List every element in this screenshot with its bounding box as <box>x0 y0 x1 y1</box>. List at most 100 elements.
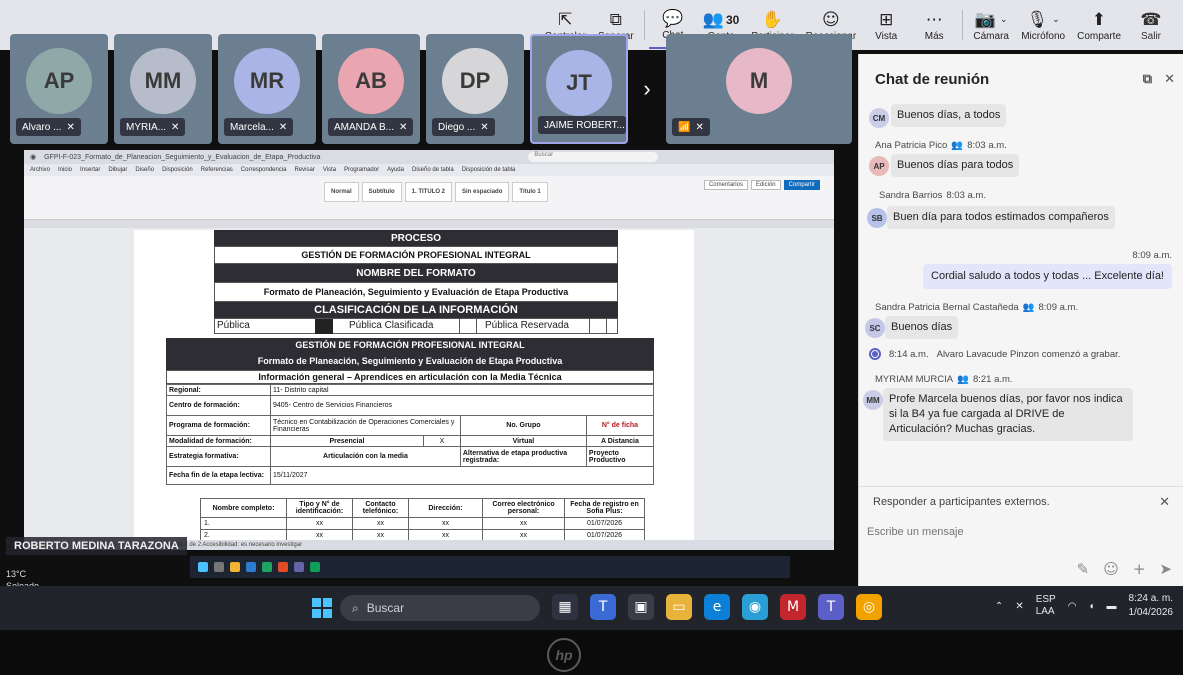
mic-button[interactable]: 🎙 ⌄ Micrófono <box>1015 1 1071 49</box>
task-view-icon[interactable]: ▦ <box>552 594 578 620</box>
edge-icon[interactable]: e <box>704 594 730 620</box>
col-header: Contacto telefónico: <box>352 498 409 518</box>
search-icon: ⌕ <box>352 600 359 615</box>
teams-active-icon[interactable]: T <box>818 594 844 620</box>
chevron-up-icon[interactable]: ⌃ <box>995 601 1003 612</box>
cell[interactable]: xx <box>408 517 483 530</box>
view-button[interactable]: ⊞ Vista <box>862 1 910 49</box>
app-icon <box>214 562 224 572</box>
word-search[interactable]: Buscar <box>528 152 659 162</box>
menu-item[interactable]: Programador <box>344 167 379 173</box>
volume-icon[interactable]: ◖ <box>1088 601 1094 612</box>
menu-item[interactable]: Diseño <box>135 167 154 173</box>
menu-item[interactable]: Archivo <box>30 167 50 173</box>
message-meta: Sandra Patricia Bernal Castañeda 👥 8:09 a.… <box>875 302 1079 313</box>
camera-button[interactable]: 📷 ⌄ Cámara <box>967 1 1015 49</box>
chevron-down-icon[interactable]: ⌄ <box>1052 10 1060 30</box>
chrome-canary-icon[interactable]: ◎ <box>856 594 882 620</box>
style-option[interactable]: Título 1 <box>512 182 548 202</box>
emoji-icon[interactable]: ☺ <box>1103 560 1119 578</box>
folder-icon[interactable]: ▭ <box>666 594 692 620</box>
send-icon[interactable]: ➤ <box>1159 560 1172 578</box>
table-row: Regional: 11- Distrito capital <box>166 384 654 396</box>
style-option[interactable]: Sin espaciado <box>455 182 510 202</box>
participant-tile[interactable]: DP Diego ... ✕ <box>426 34 524 144</box>
programa-value[interactable]: Técnico en Contabilización de Operacione… <box>270 415 461 436</box>
menu-item[interactable]: Vista <box>323 167 336 173</box>
chevron-right-icon[interactable]: › <box>634 34 660 144</box>
more-button[interactable]: ⋯ Más <box>910 1 958 49</box>
fecha-value[interactable]: 15/11/2027 <box>270 466 654 485</box>
attach-plus-icon[interactable]: + <box>1133 560 1146 578</box>
format-icon[interactable]: ✎ <box>1077 560 1090 578</box>
mic-off-icon: ✕ <box>171 121 180 133</box>
autosave-toggle[interactable]: ◉ <box>30 153 36 161</box>
message-bubble: Buenos días para todos <box>891 154 1020 177</box>
cell[interactable]: 01/07/2026 <box>564 517 645 530</box>
leave-button[interactable]: ☎ Salir <box>1127 1 1175 49</box>
menu-item[interactable]: Dibujar <box>108 167 127 173</box>
alternativa-value[interactable]: Proyecto Productivo <box>585 446 655 467</box>
taskbar-search[interactable]: ⌕ Buscar <box>340 595 540 621</box>
cell[interactable]: xx <box>352 517 409 530</box>
close-icon[interactable]: ✕ <box>1164 71 1175 87</box>
close-icon[interactable]: ✕ <box>1159 494 1170 510</box>
menu-item[interactable]: Referencias <box>201 167 233 173</box>
menu-item[interactable]: Revisar <box>294 167 314 173</box>
estrategia-value[interactable]: Articulación con la media <box>270 446 461 467</box>
participant-tile[interactable]: M 📶 ✕ <box>666 34 852 144</box>
ruler <box>24 220 834 228</box>
signal-icon: 📶 <box>678 121 691 133</box>
style-option[interactable]: 1. TITULO 2 <box>404 182 453 202</box>
editing-button[interactable]: Edición <box>750 180 781 190</box>
regional-value[interactable]: 11- Distrito capital <box>270 384 654 396</box>
cell[interactable]: xx <box>286 517 353 530</box>
checkbox-checked[interactable] <box>315 319 333 334</box>
menu-item[interactable]: Ayuda <box>387 167 404 173</box>
language-indicator[interactable]: ESP LAA <box>1036 594 1056 618</box>
popout-chat-icon[interactable]: ⧉ <box>1143 71 1152 87</box>
modalidad-mark[interactable]: X <box>422 435 461 447</box>
style-option[interactable]: Subtítulo <box>361 182 402 202</box>
popout-icon: ⧉ <box>609 9 622 30</box>
comments-button[interactable]: Comentarios <box>703 180 748 190</box>
teams-icon[interactable]: T <box>590 594 616 620</box>
remote-taskbar <box>190 556 790 578</box>
chevron-down-icon[interactable]: ⌄ <box>1000 10 1008 30</box>
wifi-icon[interactable]: ◠ <box>1068 601 1077 612</box>
menu-item[interactable]: Inicio <box>58 167 72 173</box>
message-list[interactable]: CM Buenos días, a todos Ana Patricia Pic… <box>859 104 1183 504</box>
battery-icon[interactable]: ▬ <box>1107 601 1117 612</box>
participant-tile[interactable]: AB AMANDA B... ✕ <box>322 34 420 144</box>
chrome-icon[interactable]: ◉ <box>742 594 768 620</box>
modalidad-label: Modalidad de formación: <box>166 435 271 447</box>
store-icon[interactable]: ▣ <box>628 594 654 620</box>
menu-item[interactable]: Insertar <box>80 167 100 173</box>
message-input[interactable] <box>867 520 1167 544</box>
participant-tile[interactable]: MR Marcela... ✕ <box>218 34 316 144</box>
windows-start-icon[interactable] <box>312 598 332 618</box>
mic-off-icon[interactable]: ✕ <box>1015 601 1023 612</box>
checkbox[interactable] <box>459 319 477 334</box>
menu-item[interactable]: Diseño de tabla <box>412 167 454 173</box>
antivirus-icon[interactable]: M <box>780 594 806 620</box>
chrome-icon <box>310 562 320 572</box>
menu-item[interactable]: Correspondencia <box>241 167 287 173</box>
info-table: Regional: 11- Distrito capital Centro de… <box>166 384 655 485</box>
cell[interactable]: 1. <box>200 517 287 530</box>
menu-item[interactable]: Disposición de tabla <box>462 167 516 173</box>
message-meta: Sandra Barrios 8:03 a.m. <box>879 190 986 201</box>
control-icon: ⇱ <box>558 9 573 30</box>
participant-tile-selected[interactable]: JT JAIME ROBERT... <box>530 34 628 144</box>
share-doc-button[interactable]: Compartir <box>783 180 820 190</box>
clock[interactable]: 8:24 a. m. 1/04/2026 <box>1129 592 1174 620</box>
ficha-label: N° de ficha <box>585 415 655 436</box>
checkbox[interactable] <box>589 319 607 334</box>
style-option[interactable]: Normal <box>324 182 359 202</box>
participant-tile[interactable]: AP Alvaro ... ✕ <box>10 34 108 144</box>
participant-tile[interactable]: MM MYRIA... ✕ <box>114 34 212 144</box>
share-button[interactable]: ⬆ Comparte <box>1071 1 1127 49</box>
cell[interactable]: xx <box>482 517 565 530</box>
centro-value[interactable]: 9405- Centro de Servicios Financieros <box>270 395 654 416</box>
menu-item[interactable]: Disposición <box>162 167 193 173</box>
